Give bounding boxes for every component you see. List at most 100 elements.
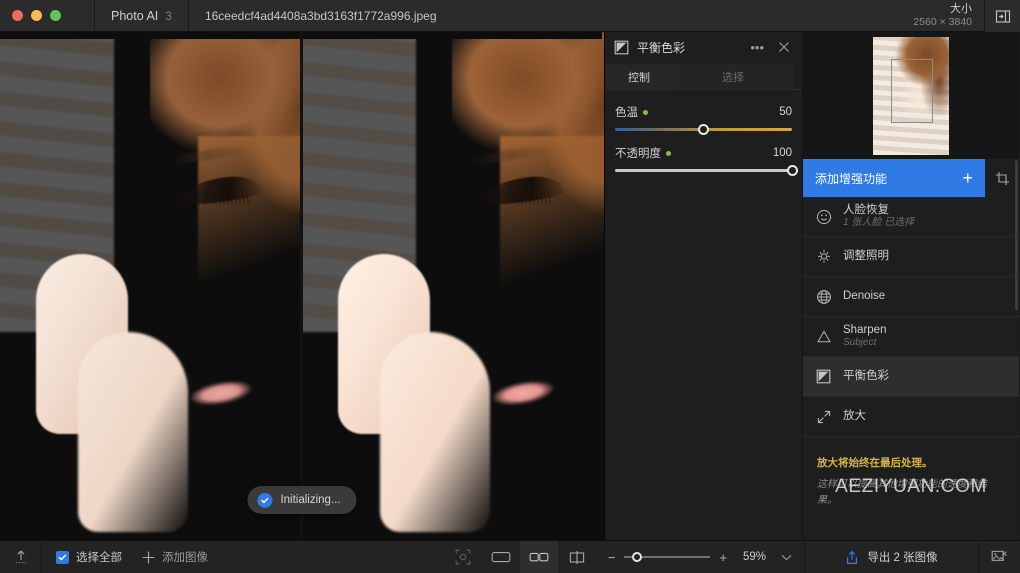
slider-opacity-knob[interactable] — [787, 165, 798, 176]
control-panel-title: 平衡色彩 — [637, 39, 739, 56]
view-mode-compare-split[interactable] — [444, 541, 482, 573]
photo-hand — [78, 332, 188, 532]
image-size-info: 大小 2560 × 3840 — [913, 3, 984, 29]
view-mode-split[interactable] — [558, 541, 596, 573]
photo-lips — [482, 373, 563, 412]
view-mode-single[interactable] — [482, 541, 520, 573]
balance-color-icon — [614, 40, 629, 55]
chevron-down-icon[interactable] — [775, 554, 792, 561]
select-all-checkbox[interactable]: 选择全部 — [56, 549, 122, 565]
face-icon — [815, 209, 832, 225]
enhancement-text: 放大 — [843, 409, 866, 423]
slider-temperature-track[interactable] — [615, 128, 792, 131]
photo-top-letterbox — [303, 32, 602, 39]
window-controls[interactable] — [0, 10, 61, 21]
view-mode-side-by-side[interactable] — [520, 541, 558, 573]
enhancement-text: 人脸恢复 1 张人脸 已选择 — [843, 203, 914, 230]
close-icon[interactable] — [775, 41, 793, 53]
plus-icon — [142, 551, 155, 564]
main-body: Initializing... 平衡色彩 ••• 控制 选择 — [0, 32, 1020, 540]
enhancement-item-upscale[interactable]: 放大 — [803, 397, 1019, 437]
add-enhancement-button[interactable]: 添加增强功能 + — [803, 159, 985, 197]
maximize-window-button[interactable] — [50, 10, 61, 21]
slider-temperature-row: 色温 50 — [615, 104, 792, 120]
enhancement-item-lighting[interactable]: 调整照明 — [803, 237, 1019, 277]
panel-right-icon — [995, 9, 1011, 24]
tab-control[interactable]: 控制 — [605, 64, 673, 89]
zoom-control: − + 59% — [596, 541, 804, 573]
right-panel-scrollbar[interactable] — [1015, 160, 1018, 310]
export-button[interactable]: 导出 2 张图像 — [805, 541, 978, 573]
navigator-image — [873, 37, 949, 155]
photo-top-letterbox — [0, 32, 300, 39]
add-image-button[interactable]: 添加图像 — [142, 549, 208, 565]
navigator-viewport-box[interactable] — [891, 59, 933, 123]
enhancement-item-face-recovery[interactable]: 人脸恢复 1 张人脸 已选择 — [803, 197, 1019, 237]
bottom-spacer — [222, 541, 444, 573]
image-canvas[interactable]: Initializing... — [0, 32, 604, 540]
sharpen-icon — [815, 329, 832, 345]
close-window-button[interactable] — [12, 10, 23, 21]
slider-opacity-label: 不透明度 — [615, 145, 661, 161]
before-image-pane[interactable] — [0, 32, 300, 540]
panel-toggle-button[interactable] — [984, 0, 1020, 32]
zoom-slider-track[interactable] — [624, 556, 710, 558]
slider-temperature-knob[interactable] — [698, 124, 709, 135]
image-settings-button[interactable] — [978, 541, 1020, 573]
size-label: 大小 — [913, 3, 972, 16]
titlebar: Photo AI 3 16ceedcf4ad4408a3bd3163f1772a… — [0, 0, 1020, 32]
filename-label: 16ceedcf4ad4408a3bd3163f1772a996.jpeg — [205, 9, 437, 23]
enhancement-text: 平衡色彩 — [843, 369, 889, 383]
check-circle-icon — [257, 493, 272, 508]
control-panel-header: 平衡色彩 ••• — [605, 32, 802, 62]
upscale-note: 放大将始终在最后处理。 这样可以提高其他增强功能的速度和结果。 — [817, 451, 1005, 512]
minimize-window-button[interactable] — [31, 10, 42, 21]
zoom-slider-knob[interactable] — [632, 552, 642, 562]
toast-text: Initializing... — [280, 494, 340, 506]
more-dots-icon[interactable]: ••• — [747, 40, 767, 55]
note-body: 这样可以提高其他增强功能的速度和结果。 — [817, 477, 1005, 508]
active-dot-icon — [666, 151, 671, 156]
add-enhancement-label: 添加增强功能 — [815, 170, 887, 187]
control-panel-tabs[interactable]: 控制 选择 — [605, 64, 802, 90]
file-tab[interactable]: 16ceedcf4ad4408a3bd3163f1772a996.jpeg — [189, 0, 453, 32]
slider-opacity-label-wrap: 不透明度 — [615, 145, 773, 161]
zoom-percent-label: 59% — [736, 551, 766, 563]
enhancement-name: 调整照明 — [843, 249, 889, 263]
enhancement-item-balance-color[interactable]: 平衡色彩 — [803, 357, 1019, 397]
photo-lips — [180, 373, 261, 412]
after-image-pane[interactable] — [303, 32, 604, 540]
enhancements-panel: 添加增强功能 + 人脸恢复 1 张人脸 已选择 — [803, 32, 1019, 540]
slider-temperature-label-wrap: 色温 — [615, 104, 779, 120]
bottom-toolbar: 选择全部 添加图像 — [0, 540, 1020, 573]
zoom-out-button[interactable]: − — [608, 550, 616, 565]
navigator-thumbnail[interactable] — [803, 32, 1019, 159]
slider-opacity-value: 100 — [773, 147, 792, 159]
share-icon — [845, 550, 859, 565]
enhancement-item-denoise[interactable]: Denoise — [803, 277, 1019, 317]
add-image-label: 添加图像 — [162, 549, 208, 565]
enhancement-name: 放大 — [843, 409, 866, 423]
slider-temperature-label: 色温 — [615, 104, 638, 120]
tab-select[interactable]: 选择 — [673, 64, 793, 89]
enhancement-text: 调整照明 — [843, 249, 889, 263]
app-tab[interactable]: Photo AI 3 — [95, 0, 188, 32]
enhancement-sub: Subject — [843, 337, 886, 350]
balance-color-icon — [815, 369, 832, 384]
enhancement-name: Denoise — [843, 289, 885, 303]
enhancement-item-sharpen[interactable]: Sharpen Subject — [803, 317, 1019, 357]
enhancement-text: Sharpen Subject — [843, 323, 886, 350]
upload-button[interactable] — [0, 541, 42, 573]
titlebar-right: 大小 2560 × 3840 — [913, 0, 1020, 32]
enhancement-text: Denoise — [843, 289, 885, 303]
slider-opacity-track[interactable] — [615, 169, 792, 172]
zoom-in-button[interactable]: + — [719, 550, 727, 565]
size-value: 2560 × 3840 — [913, 16, 972, 29]
enhancement-name: 平衡色彩 — [843, 369, 889, 383]
note-title: 放大将始终在最后处理。 — [817, 455, 1005, 470]
crop-button[interactable] — [985, 159, 1019, 197]
lighting-icon — [815, 249, 832, 265]
enhancement-name: Sharpen — [843, 323, 886, 337]
denoise-icon — [815, 289, 832, 305]
upload-icon — [13, 549, 29, 565]
